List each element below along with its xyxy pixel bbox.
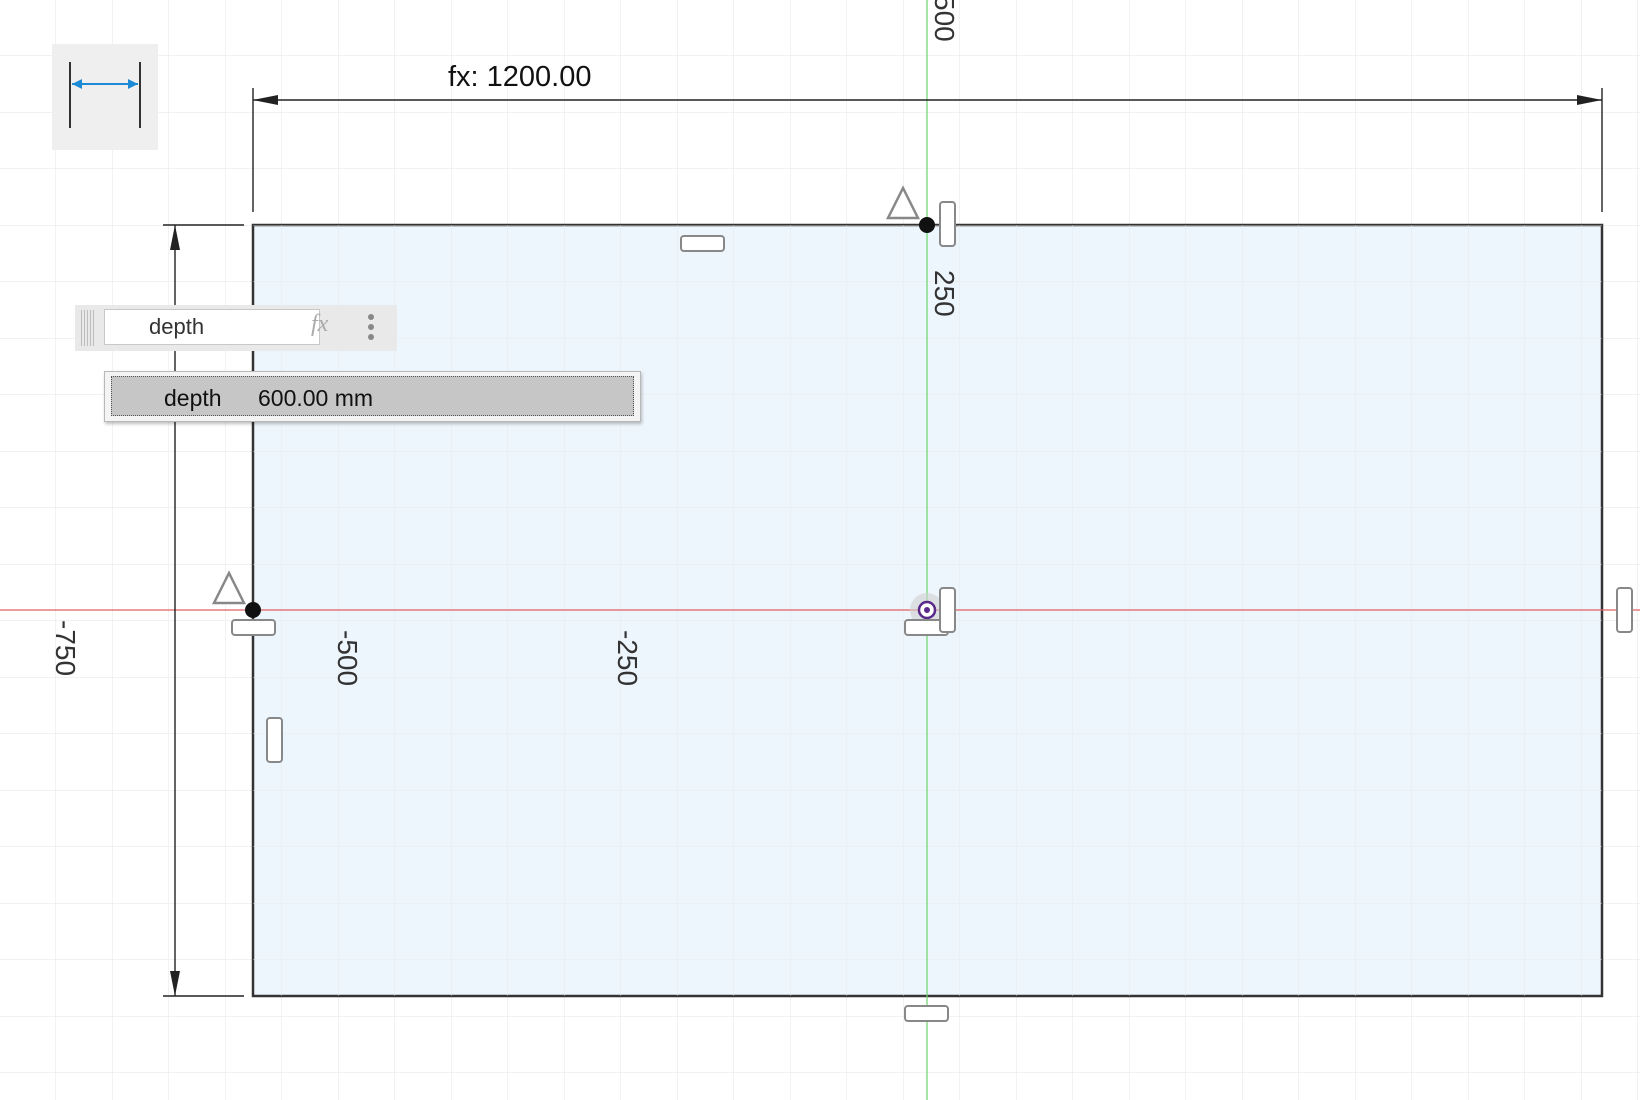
dimension-input-toolbar: fx [75, 305, 397, 351]
grid-label-y-neg750: -750 [50, 620, 81, 676]
fx-icon[interactable]: fx [311, 311, 328, 338]
dimension-tool-button[interactable] [52, 44, 158, 150]
grid-label-x-neg500: -500 [332, 630, 363, 686]
more-options-button[interactable] [357, 307, 385, 347]
drag-handle[interactable] [81, 310, 95, 346]
grid-label-x-neg250: -250 [612, 630, 643, 686]
sketch-point-top[interactable] [919, 217, 935, 233]
autocomplete-item-depth[interactable]: depth 600.00 mm [111, 376, 634, 416]
parameter-value: 600.00 mm [258, 385, 374, 411]
dimension-value-input[interactable] [104, 309, 320, 345]
sketch-point-left[interactable] [245, 602, 261, 618]
horizontal-dimension-icon [69, 62, 141, 128]
sketch-canvas[interactable]: fx: 1200.00 -500 -250 250 500 -750 fx de… [0, 0, 1640, 1100]
grid-label-y-250: 250 [929, 270, 960, 317]
parameter-autocomplete: depth 600.00 mm [104, 371, 641, 422]
horizontal-dimension-value[interactable]: fx: 1200.00 [448, 61, 592, 93]
grid-label-y-500: 500 [929, 0, 960, 42]
parameter-name: depth [164, 385, 222, 411]
